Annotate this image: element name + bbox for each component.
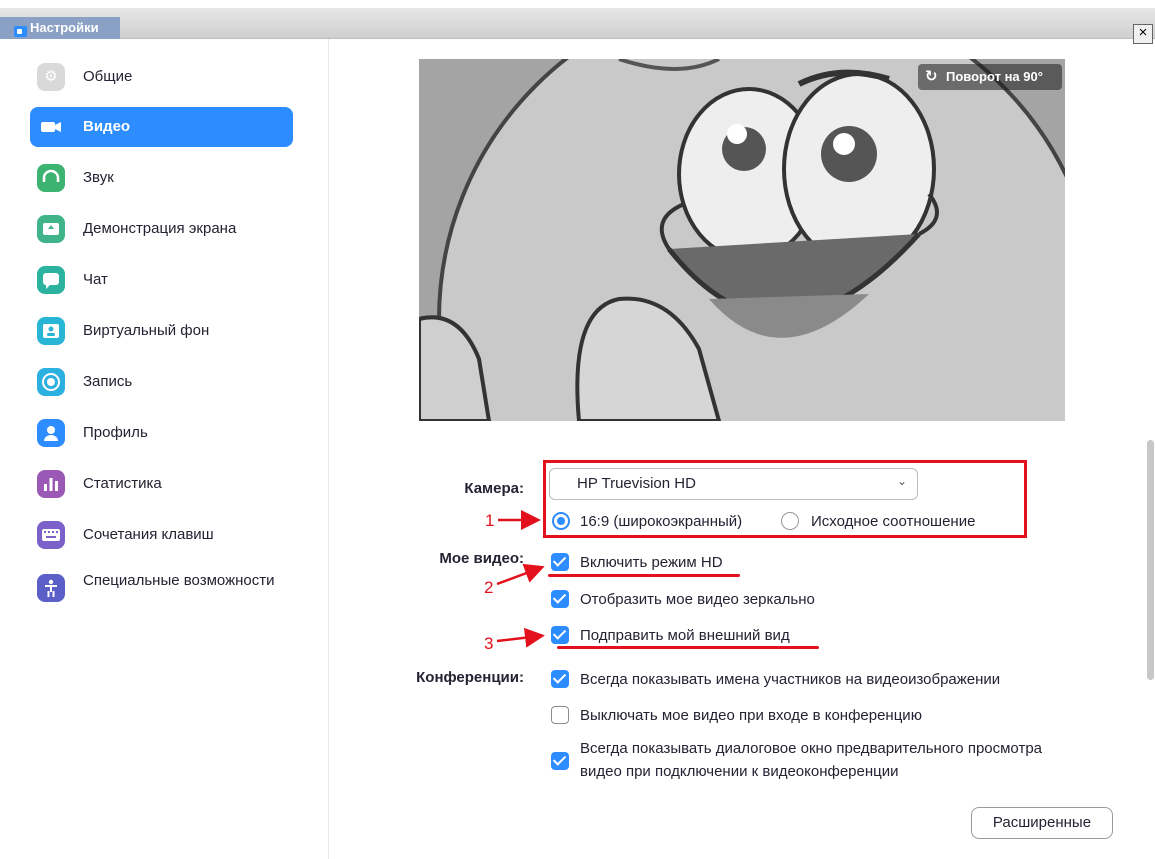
annotation-arrow-2 <box>496 563 545 586</box>
scrollbar[interactable] <box>1147 440 1154 680</box>
annotation-arrow-3 <box>496 627 545 648</box>
annotation-arrows <box>496 510 545 648</box>
